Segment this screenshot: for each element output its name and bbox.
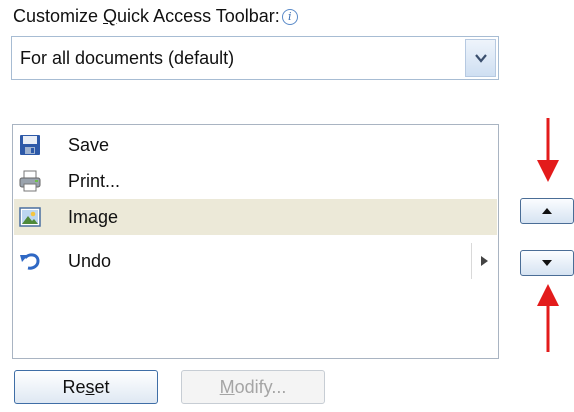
toolbar-commands-list[interactable]: Save Print... Image Undo <box>12 124 499 359</box>
dropdown-button[interactable] <box>465 39 496 77</box>
save-icon <box>20 135 40 155</box>
move-up-button[interactable] <box>520 198 574 224</box>
modify-button: Modify... <box>181 370 325 404</box>
reset-label-start: Re <box>62 377 86 397</box>
submenu-expander[interactable] <box>471 243 498 279</box>
list-item-image[interactable]: Image <box>14 199 497 235</box>
reset-label-end: et <box>94 377 110 397</box>
list-item-label: Save <box>68 135 110 155</box>
list-item-label: Undo <box>68 251 112 271</box>
annotation-arrow-up-icon <box>537 284 559 352</box>
chevron-down-icon <box>475 54 487 63</box>
list-item-label: Print... <box>68 171 121 191</box>
print-icon <box>19 170 41 192</box>
modify-label-rest: odify... <box>234 377 287 397</box>
heading-text-start: Customize <box>13 6 104 26</box>
heading-text-end: uick Access Toolbar: <box>117 6 280 26</box>
reset-button[interactable]: Reset <box>14 370 158 404</box>
image-icon <box>19 207 41 227</box>
list-item-save[interactable]: Save <box>14 127 497 163</box>
document-scope-dropdown[interactable]: For all documents (default) <box>11 36 499 80</box>
list-item-label: Image <box>68 207 119 227</box>
move-down-button[interactable] <box>520 250 574 276</box>
reset-accelerator: s <box>85 377 95 397</box>
heading-accelerator: Q <box>103 6 118 26</box>
info-icon[interactable]: i <box>281 9 298 26</box>
dropdown-value: For all documents (default) <box>20 48 235 68</box>
list-item-undo[interactable]: Undo <box>14 243 497 279</box>
undo-icon <box>20 253 40 270</box>
customize-toolbar-heading: Customize Quick Access Toolbar: i <box>13 6 298 27</box>
chevron-right-icon <box>481 256 488 266</box>
modify-accelerator: M <box>219 377 235 397</box>
triangle-up-icon <box>542 208 552 214</box>
triangle-down-icon <box>542 260 552 266</box>
annotation-arrow-down-icon <box>537 118 559 182</box>
list-item-print[interactable]: Print... <box>14 163 497 199</box>
